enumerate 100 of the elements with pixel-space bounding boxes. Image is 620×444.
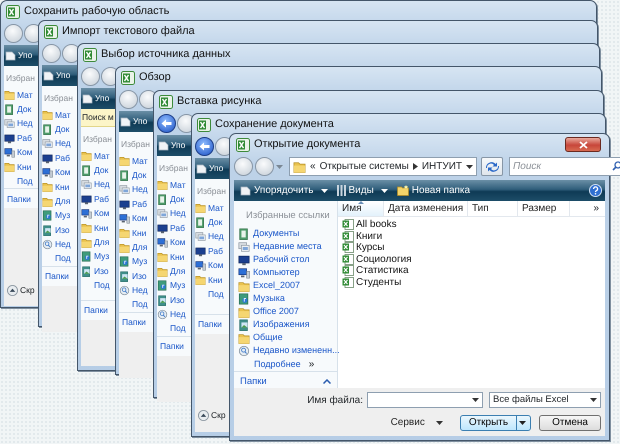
sidebar-link[interactable]: Док bbox=[157, 192, 184, 207]
sidebar-link[interactable]: Раб bbox=[42, 150, 70, 166]
sidebar-link[interactable]: Ком bbox=[195, 258, 224, 273]
sidebar-link[interactable]: Муз bbox=[81, 249, 110, 264]
sidebar-link[interactable]: Мат bbox=[42, 108, 71, 122]
organize-menu[interactable]: Упо bbox=[18, 49, 32, 62]
more-arrows[interactable]: » bbox=[308, 356, 314, 372]
sidebar-link[interactable]: Изо bbox=[157, 292, 185, 308]
sidebar-link[interactable]: Office 2007 bbox=[234, 305, 299, 318]
sidebar-link[interactable]: Нед bbox=[81, 178, 110, 192]
sidebar-link[interactable]: Док bbox=[195, 215, 222, 230]
sidebar-link[interactable]: Нед bbox=[157, 206, 186, 221]
sidebar-link[interactable]: Нед bbox=[119, 283, 148, 298]
sidebar-link[interactable]: Мат bbox=[119, 154, 148, 168]
breadcrumb-overflow[interactable]: « bbox=[310, 159, 316, 174]
sidebar-link[interactable]: Нед bbox=[119, 182, 148, 197]
folders-toggle[interactable]: Папки bbox=[160, 340, 184, 353]
sidebar-link[interactable]: Мат bbox=[195, 200, 224, 216]
sidebar-link[interactable]: Раб bbox=[4, 130, 32, 146]
sidebar-link[interactable]: Ком bbox=[81, 206, 110, 221]
sidebar-link[interactable]: Для bbox=[81, 235, 110, 250]
more-link[interactable]: Под bbox=[195, 287, 224, 302]
sidebar-link[interactable]: Кни bbox=[4, 160, 32, 174]
sidebar-link[interactable]: Недавно измененн... bbox=[234, 344, 340, 358]
sidebar-link[interactable]: Раб bbox=[119, 196, 147, 212]
sidebar-link[interactable]: Документы bbox=[234, 227, 300, 240]
sidebar-link[interactable]: Мат bbox=[157, 178, 186, 192]
folders-toggle[interactable]: Папки bbox=[7, 192, 31, 206]
folders-toggle[interactable]: Папки bbox=[122, 316, 146, 329]
sidebar-link[interactable]: Раб bbox=[157, 220, 185, 236]
sidebar-link[interactable]: Для bbox=[119, 240, 148, 254]
sidebar-link[interactable]: Ком bbox=[119, 211, 148, 226]
address-bar[interactable]: « Открытые системы ИНТУИТ bbox=[289, 157, 478, 176]
sidebar-link[interactable]: Нед bbox=[4, 116, 33, 131]
file-item[interactable]: Социология bbox=[338, 254, 412, 265]
sidebar-link[interactable]: Изображения bbox=[234, 318, 310, 332]
sidebar-link[interactable]: Изо bbox=[81, 264, 109, 278]
sidebar-link[interactable]: Музыка bbox=[234, 292, 285, 306]
sidebar-link[interactable]: Док bbox=[4, 102, 32, 117]
refresh-button[interactable] bbox=[481, 157, 504, 176]
toolbar-button[interactable]: Новая папка bbox=[394, 181, 474, 200]
hide-folders-link[interactable]: Скр bbox=[211, 409, 226, 422]
sidebar-link[interactable]: Мат bbox=[81, 148, 110, 164]
open-button[interactable]: Открыть bbox=[460, 414, 532, 430]
back-button[interactable] bbox=[195, 137, 214, 156]
cancel-button[interactable]: Отмена bbox=[539, 414, 601, 430]
more-link[interactable]: Под bbox=[157, 322, 186, 336]
file-item[interactable]: Книги bbox=[338, 230, 382, 242]
sidebar-link[interactable]: Раб bbox=[81, 192, 109, 206]
sidebar-link[interactable]: Ком bbox=[42, 165, 71, 180]
file-item[interactable]: Студенты bbox=[338, 276, 402, 288]
more-link[interactable]: Подробнее bbox=[254, 357, 301, 372]
file-item[interactable]: Статистика bbox=[338, 265, 409, 276]
more-link[interactable]: Под bbox=[119, 298, 148, 312]
sidebar-link[interactable]: Для bbox=[42, 194, 70, 208]
organize-menu[interactable]: Упо bbox=[133, 115, 148, 128]
more-link[interactable]: Под bbox=[42, 252, 71, 266]
sidebar-link[interactable]: Док bbox=[42, 122, 70, 137]
sidebar-link[interactable]: Изо bbox=[42, 222, 70, 238]
sidebar-link[interactable]: Ком bbox=[4, 145, 33, 160]
sidebar-link[interactable]: Ком bbox=[157, 235, 186, 250]
organize-menu[interactable]: Упо bbox=[209, 162, 224, 175]
sidebar-link[interactable]: Нед bbox=[157, 307, 186, 322]
more-columns[interactable]: » bbox=[593, 201, 605, 216]
menu-button[interactable]: Упорядочить bbox=[237, 181, 331, 200]
file-item[interactable]: Курсы bbox=[338, 242, 384, 254]
more-link[interactable]: Под bbox=[4, 174, 33, 188]
column-header[interactable]: Имя bbox=[338, 201, 384, 216]
sidebar-link[interactable]: Рабочий стол bbox=[234, 253, 310, 266]
sidebar-link[interactable]: Кни bbox=[157, 250, 184, 264]
sidebar-link[interactable]: Недавние места bbox=[234, 240, 322, 254]
search-field[interactable]: Поиск bbox=[509, 157, 620, 176]
folders-toggle[interactable]: Папки bbox=[45, 270, 69, 283]
close-button[interactable] bbox=[565, 137, 601, 152]
menu-button[interactable]: Виды bbox=[334, 181, 391, 200]
sidebar-link[interactable]: Кни bbox=[119, 226, 146, 240]
sidebar-link[interactable]: Муз bbox=[157, 278, 186, 293]
sidebar-link[interactable]: Нед bbox=[195, 230, 224, 244]
sidebar-link[interactable]: Док bbox=[81, 163, 108, 178]
back-button[interactable] bbox=[157, 114, 176, 133]
sidebar-link[interactable]: Раб bbox=[195, 244, 223, 258]
sidebar-link[interactable]: Кни bbox=[81, 220, 108, 236]
file-type-dropdown[interactable]: Все файлы Excel bbox=[489, 392, 601, 408]
sidebar-link[interactable]: Изо bbox=[119, 268, 147, 284]
organize-menu[interactable]: Упо bbox=[171, 139, 186, 152]
folders-toggle[interactable]: Папки bbox=[84, 304, 108, 317]
breadcrumb[interactable]: ИНТУИТ bbox=[422, 159, 462, 174]
tools-menu[interactable]: Сервис bbox=[388, 413, 446, 432]
folders-toggle[interactable]: Папки bbox=[240, 374, 267, 389]
sidebar-link[interactable]: Кни bbox=[42, 180, 70, 194]
more-link[interactable]: Под bbox=[81, 278, 110, 293]
hide-folders-link[interactable]: Скр bbox=[20, 284, 35, 296]
sidebar-link[interactable]: Муз bbox=[119, 254, 148, 269]
sidebar-link[interactable]: Компьютер bbox=[234, 266, 300, 280]
organize-menu[interactable]: Упо bbox=[56, 69, 70, 82]
organize-menu[interactable]: Упо bbox=[95, 92, 110, 105]
sidebar-link[interactable]: Нед bbox=[42, 136, 71, 151]
sidebar-link[interactable]: Муз bbox=[42, 208, 70, 223]
file-item[interactable]: All books bbox=[338, 219, 397, 230]
sidebar-link[interactable]: Для bbox=[157, 264, 186, 278]
